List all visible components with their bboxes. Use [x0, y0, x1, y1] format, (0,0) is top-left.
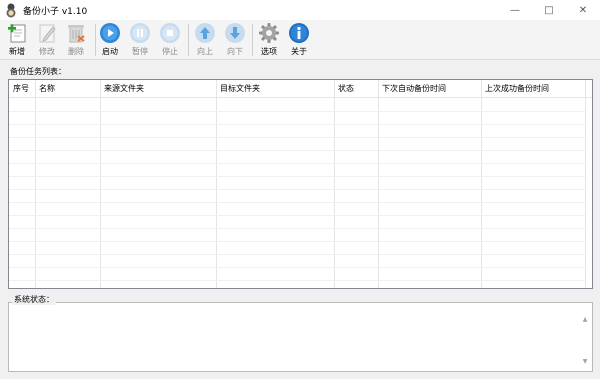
window-title: 备份小子 v1.10 — [23, 6, 88, 17]
row-gridline — [9, 124, 585, 125]
stop-button[interactable]: 停止 — [156, 21, 184, 59]
edit-icon — [39, 24, 56, 43]
row-gridline — [9, 215, 585, 216]
about-label: 关于 — [291, 47, 307, 56]
task-list-label: 备份任务列表： — [10, 67, 66, 76]
options-button[interactable]: 选项 — [255, 21, 283, 59]
about-button[interactable]: 关于 — [285, 21, 313, 59]
arrow-up-icon — [195, 23, 215, 43]
info-icon — [289, 23, 309, 43]
gear-icon — [259, 23, 279, 43]
stop-label: 停止 — [162, 47, 178, 56]
status-scrollbar[interactable]: ▲ ▼ — [578, 303, 592, 371]
column-header-index[interactable]: 序号 — [9, 80, 29, 98]
delete-label: 删除 — [68, 47, 84, 56]
status-label: 系统状态： — [12, 294, 56, 305]
delete-button[interactable]: 删除 — [62, 21, 90, 59]
move-up-button[interactable]: 向上 — [191, 21, 219, 59]
row-gridline — [9, 267, 585, 268]
trash-icon — [68, 25, 85, 43]
add-button[interactable]: 新增 — [3, 21, 31, 59]
stop-icon — [160, 23, 180, 43]
toolbar: 新增 修改 删除 启动 暂停 停止 向上 向下 选项 关于 — [0, 20, 600, 60]
column-header-source-folder[interactable]: 来源文件夹 — [100, 80, 144, 98]
column-header-name[interactable]: 名称 — [35, 80, 55, 98]
maximize-button[interactable]: □ — [532, 0, 566, 20]
column-header-next-backup-time[interactable]: 下次自动备份时间 — [378, 80, 446, 98]
add-task-icon — [8, 24, 26, 43]
pause-icon — [130, 23, 150, 43]
scroll-down-arrow-icon[interactable]: ▼ — [578, 355, 592, 367]
row-gridline — [9, 176, 585, 177]
row-gridline — [9, 189, 585, 190]
row-gridline — [9, 254, 585, 255]
task-list[interactable]: 序号 名称 来源文件夹 目标文件夹 状态 下次自动备份时间 上次成功备份时间 — [8, 79, 593, 289]
minimize-button[interactable]: — — [498, 0, 532, 20]
play-icon — [100, 23, 120, 43]
row-gridline — [9, 111, 585, 112]
title-bar: 备份小子 v1.10 — □ ✕ — [0, 0, 600, 20]
column-divider — [585, 80, 586, 288]
row-gridline — [9, 137, 585, 138]
row-gridline — [9, 202, 585, 203]
app-icon — [6, 3, 16, 18]
row-gridline — [9, 163, 585, 164]
row-gridline — [9, 150, 585, 151]
move-down-label: 向下 — [227, 47, 243, 56]
row-gridline — [9, 280, 585, 281]
arrow-down-icon — [225, 23, 245, 43]
pause-button[interactable]: 暂停 — [126, 21, 154, 59]
close-button[interactable]: ✕ — [566, 0, 600, 20]
row-gridline — [9, 241, 585, 242]
move-down-button[interactable]: 向下 — [221, 21, 249, 59]
row-gridline — [9, 228, 585, 229]
scroll-up-arrow-icon[interactable]: ▲ — [578, 313, 592, 325]
column-header-status[interactable]: 状态 — [334, 80, 354, 98]
status-log[interactable]: ▲ ▼ — [8, 302, 593, 372]
window-controls: — □ ✕ — [498, 0, 600, 20]
edit-button[interactable]: 修改 — [33, 21, 61, 59]
start-button[interactable]: 启动 — [96, 21, 124, 59]
task-list-header: 序号 名称 来源文件夹 目标文件夹 状态 下次自动备份时间 上次成功备份时间 — [9, 80, 592, 98]
column-header-target-folder[interactable]: 目标文件夹 — [216, 80, 260, 98]
column-header-last-backup-time[interactable]: 上次成功备份时间 — [481, 80, 549, 98]
